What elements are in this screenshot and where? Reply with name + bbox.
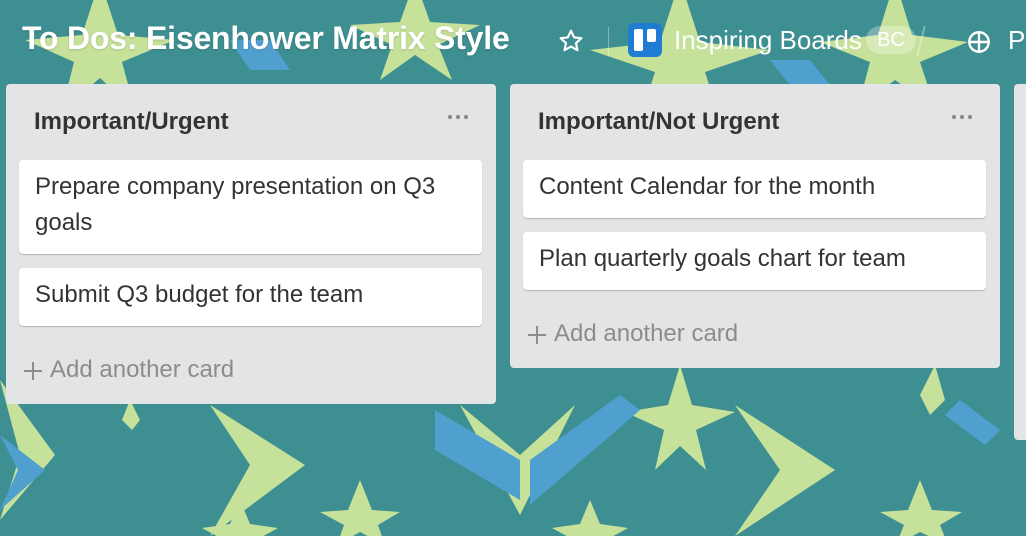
list-menu-button[interactable] [950,110,980,124]
card[interactable]: Prepare company presentation on Q3 goals [19,160,482,254]
plus-icon [22,354,44,388]
header-divider [608,27,609,55]
team-badge: BC [866,26,916,54]
add-card-button[interactable]: Add another card [526,318,826,352]
card[interactable]: Plan quarterly goals chart for team [523,232,986,290]
list-important-urgent: Important/Urgent Prepare company present… [6,84,496,404]
list-partial[interactable] [1014,84,1026,440]
add-card-label: Add another card [554,320,739,347]
star-board-button[interactable] [558,28,584,54]
list-menu-button[interactable] [446,110,476,124]
card[interactable]: Content Calendar for the month [523,160,986,218]
team-name: Inspiring Boards [674,25,862,55]
badge-divider [916,26,926,56]
card[interactable]: Submit Q3 budget for the team [19,268,482,326]
board-title[interactable]: To Dos: Eisenhower Matrix Style [22,20,510,57]
list-title[interactable]: Important/Not Urgent [538,108,779,136]
add-card-button[interactable]: Add another card [22,354,322,388]
list-important-not-urgent: Important/Not Urgent Content Calendar fo… [510,84,1000,368]
visibility-label: P [1008,25,1026,55]
list-title[interactable]: Important/Urgent [34,108,229,136]
star-outline-icon [559,29,583,52]
trello-logo-icon [628,23,662,57]
globe-icon [968,31,990,53]
plus-icon [526,318,548,352]
board-header: To Dos: Eisenhower Matrix Style Inspirin… [0,0,1026,80]
add-card-label: Add another card [50,356,235,383]
